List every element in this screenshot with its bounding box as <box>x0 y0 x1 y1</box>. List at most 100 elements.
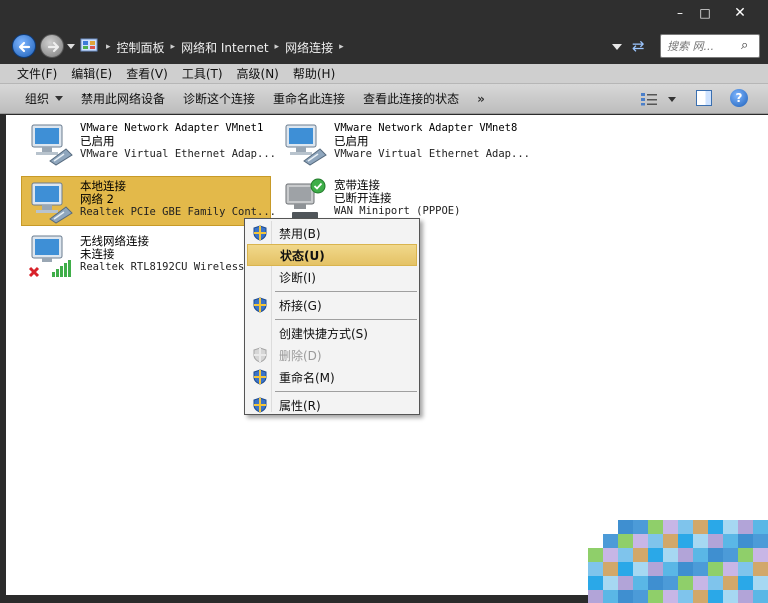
chevron-right-icon[interactable]: ▸ <box>169 42 178 52</box>
mosaic-tile <box>738 590 753 603</box>
more-commands-button[interactable]: » <box>468 92 494 106</box>
menu-item-label: 创建快捷方式(S) <box>279 326 368 341</box>
connection-status: 已启用 <box>80 134 115 148</box>
mosaic-tile <box>753 548 768 562</box>
menu-view[interactable]: 查看(V) <box>119 65 175 82</box>
connection-device: VMware Virtual Ethernet Adap... <box>334 148 530 160</box>
mosaic-tile <box>648 534 663 548</box>
mosaic-tile <box>633 534 648 548</box>
menu-help[interactable]: 帮助(H) <box>286 65 342 82</box>
breadcrumb-control-panel[interactable]: 控制面板 <box>113 39 169 56</box>
connection-status: 未连接 <box>80 247 115 261</box>
mosaic-tile <box>633 520 648 534</box>
breadcrumb-network-connections[interactable]: 网络连接 <box>281 39 337 56</box>
preview-pane-icon[interactable] <box>696 90 712 106</box>
maximize-button[interactable]: □ <box>693 4 717 22</box>
chevron-down-icon <box>668 96 676 102</box>
search-input[interactable] <box>667 38 737 54</box>
breadcrumb-network-internet[interactable]: 网络和 Internet <box>177 39 272 56</box>
mosaic-tile <box>708 548 723 562</box>
back-button[interactable] <box>12 34 36 58</box>
menu-edit[interactable]: 编辑(E) <box>64 65 119 82</box>
mosaic-tile <box>618 520 633 534</box>
connection-device: VMware Virtual Ethernet Adap... <box>80 148 276 160</box>
mosaic-tile <box>738 562 753 576</box>
mosaic-tile <box>633 576 648 590</box>
rename-button[interactable]: 重命名此连接 <box>264 90 354 107</box>
network-adapter-icon <box>31 182 73 224</box>
mosaic-tile <box>708 520 723 534</box>
minimize-button[interactable]: – <box>668 4 692 22</box>
breadcrumb: ▸ 控制面板 ▸ 网络和 Internet ▸ 网络连接 ▸ <box>104 38 346 56</box>
mosaic-tile <box>723 548 738 562</box>
connection-status: 已断开连接 <box>334 191 392 205</box>
wireless-adapter-icon <box>28 235 71 278</box>
network-adapter-icon <box>31 124 73 166</box>
chevron-right-icon[interactable]: ▸ <box>104 42 113 52</box>
arrow-right-icon <box>47 41 60 53</box>
menu-item-bridge[interactable]: 桥接(G) <box>247 294 417 316</box>
organize-label: 组织 <box>25 92 50 106</box>
menu-divider <box>275 319 417 320</box>
close-button[interactable]: ✕ <box>728 4 752 22</box>
mosaic-tile <box>693 548 708 562</box>
mosaic-tile <box>663 520 678 534</box>
chevron-right-icon[interactable]: ▸ <box>273 42 282 52</box>
mosaic-tile <box>633 548 648 562</box>
uac-shield-icon <box>253 397 267 413</box>
mosaic-tile <box>678 590 693 603</box>
menu-item-label: 属性(R) <box>279 398 321 413</box>
menu-item-properties[interactable]: 属性(R) <box>247 394 417 416</box>
mosaic-tile <box>618 548 633 562</box>
diagnose-button[interactable]: 诊断这个连接 <box>174 90 264 107</box>
view-options-button[interactable] <box>640 91 680 107</box>
mosaic-tile <box>603 548 618 562</box>
mosaic-tile <box>678 562 693 576</box>
view-status-button[interactable]: 查看此连接的状态 <box>354 90 468 107</box>
help-icon[interactable]: ? <box>730 89 748 107</box>
mosaic-tile <box>663 562 678 576</box>
chevron-right-icon[interactable]: ▸ <box>337 42 346 52</box>
menu-tools[interactable]: 工具(T) <box>175 65 230 82</box>
mosaic-tile <box>648 576 663 590</box>
mosaic-tile <box>708 590 723 603</box>
address-dropdown-icon[interactable] <box>612 44 622 50</box>
search-icon[interactable]: ⌕ <box>741 38 748 53</box>
menu-item-status[interactable]: 状态(U) <box>247 244 417 266</box>
mosaic-tile <box>723 590 738 603</box>
connection-item-vmnet8[interactable]: VMware Network Adapter VMnet8 已启用 VMware… <box>276 119 530 169</box>
refresh-icon[interactable]: ⇄ <box>632 37 650 55</box>
network-adapter-icon <box>285 124 327 166</box>
connection-device: WAN Miniport (PPPOE) <box>334 205 461 217</box>
connection-item-wireless[interactable]: 无线网络连接 未连接 Realtek RTL8192CU Wireless L <box>22 232 272 282</box>
menu-item-rename[interactable]: 重命名(M) <box>247 366 417 388</box>
menu-advanced[interactable]: 高级(N) <box>230 65 286 82</box>
connection-item-vmnet1[interactable]: VMware Network Adapter VMnet1 已启用 VMware… <box>22 119 276 169</box>
menu-item-diagnose[interactable]: 诊断(I) <box>247 266 417 288</box>
history-dropdown-icon[interactable] <box>67 44 75 49</box>
mosaic-tile <box>588 548 603 562</box>
menu-item-label: 删除(D) <box>279 348 322 363</box>
disable-device-button[interactable]: 禁用此网络设备 <box>72 90 174 107</box>
organize-button[interactable]: 组织 <box>16 90 72 107</box>
uac-shield-icon <box>253 369 267 385</box>
menu-file[interactable]: 文件(F) <box>10 65 64 82</box>
mosaic-tile <box>708 534 723 548</box>
mosaic-tile <box>678 576 693 590</box>
mosaic-tile <box>753 562 768 576</box>
mosaic-tile <box>648 562 663 576</box>
forward-button[interactable] <box>40 34 64 58</box>
menu-item-delete: 删除(D) <box>247 344 417 366</box>
mosaic-tile <box>723 562 738 576</box>
menu-item-disable[interactable]: 禁用(B) <box>247 222 417 244</box>
search-box[interactable]: ⌕ <box>660 34 760 58</box>
mosaic-tile <box>588 576 603 590</box>
mosaic-tile <box>678 520 693 534</box>
connection-item-local[interactable]: 本地连接 网络 2 Realtek PCIe GBE Family Cont..… <box>21 176 276 226</box>
mosaic-tile <box>693 576 708 590</box>
mosaic-tile <box>588 562 603 576</box>
mosaic-tile <box>753 520 768 534</box>
address-bar: ▸ 控制面板 ▸ 网络和 Internet ▸ 网络连接 ▸ ⇄ <box>0 28 768 64</box>
menu-item-create-shortcut[interactable]: 创建快捷方式(S) <box>247 322 417 344</box>
context-menu: 禁用(B) 状态(U) 诊断(I) 桥接(G) 创建快捷方式(S) 删除(D) … <box>244 218 420 415</box>
